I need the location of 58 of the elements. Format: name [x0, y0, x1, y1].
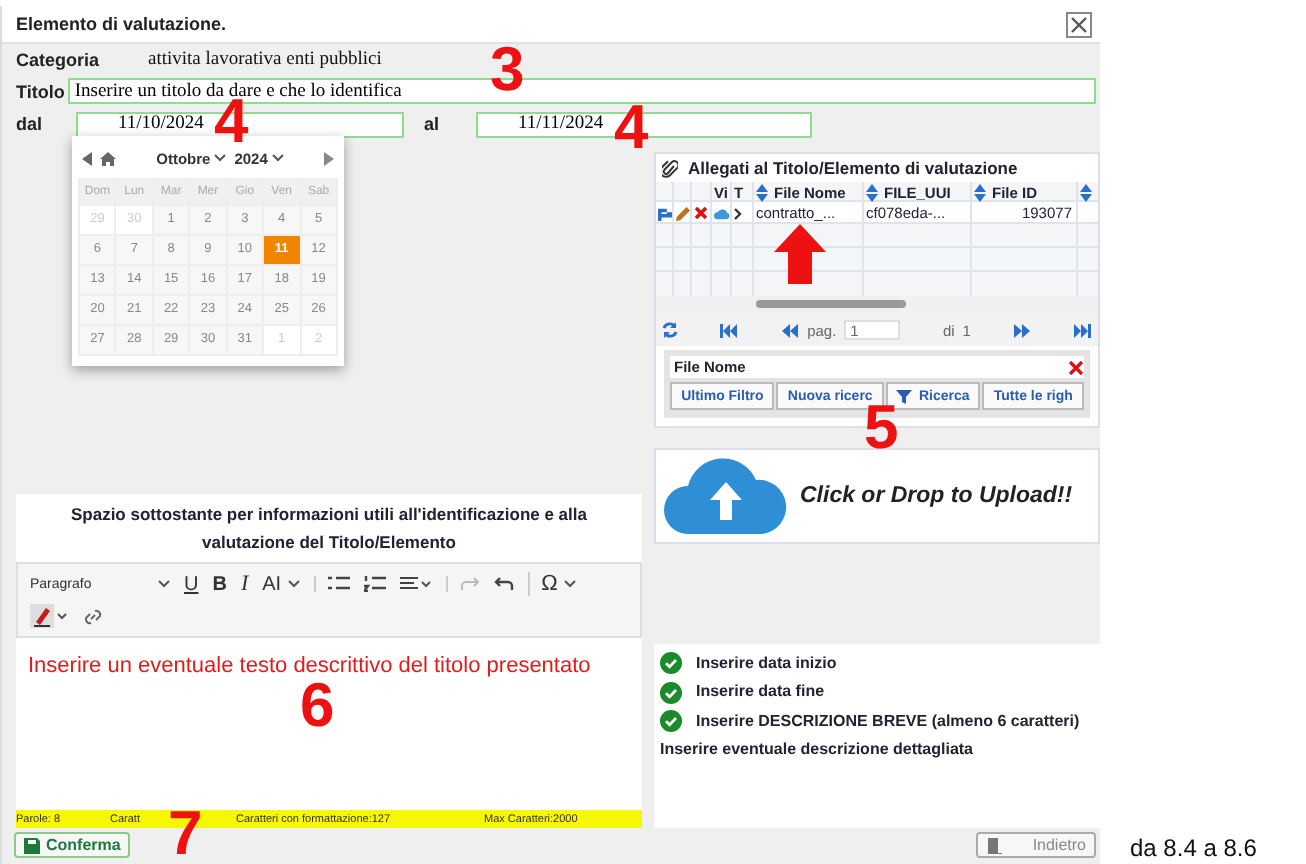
- numbered-list-icon[interactable]: [363, 576, 386, 592]
- filter-icon: [896, 389, 913, 403]
- window-title: Elemento di valutazione.: [16, 14, 229, 34]
- first-page-icon[interactable]: [720, 323, 739, 337]
- chevron-right-icon[interactable]: [734, 207, 742, 219]
- sort-icon[interactable]: [866, 183, 878, 201]
- pencil-icon[interactable]: [676, 205, 690, 221]
- next-page-icon[interactable]: [1013, 323, 1032, 337]
- align-icon[interactable]: [399, 576, 432, 592]
- last-page-icon[interactable]: [1074, 323, 1093, 337]
- checklist-item: Inserire eventuale descrizione dettagliata: [660, 738, 976, 761]
- chevron-down-icon: [271, 154, 284, 162]
- font-size-button[interactable]: AI: [262, 573, 300, 595]
- prev-month-icon[interactable]: [82, 151, 92, 165]
- confirm-button[interactable]: Conferma: [14, 832, 131, 858]
- italic-button[interactable]: I: [240, 572, 249, 596]
- field-label: al: [424, 114, 442, 134]
- sort-icon[interactable]: [974, 183, 986, 201]
- category-value: attivita lavorativa enti pubblici: [148, 49, 382, 69]
- special-char-button[interactable]: Ω: [527, 572, 576, 596]
- home-icon[interactable]: [100, 151, 116, 165]
- back-button[interactable]: Indietro: [976, 832, 1096, 858]
- sort-icon[interactable]: [756, 183, 768, 201]
- upload-area[interactable]: Click or Drop to Upload!!: [654, 448, 1100, 544]
- checklist-item: Inserire DESCRIZIONE BREVE (almeno 6 caratteri): [660, 709, 1094, 733]
- bullet-list-icon[interactable]: [327, 576, 350, 592]
- panel-title: Allegati al Titolo/Elemento di valutazione: [688, 158, 1018, 178]
- sort-icon[interactable]: [1080, 183, 1092, 201]
- chevron-down-icon: [287, 580, 300, 588]
- door-icon: [986, 837, 1002, 853]
- caption: da 8.4 a 8.6: [1130, 834, 1257, 862]
- undo-icon[interactable]: [493, 576, 514, 592]
- next-month-icon[interactable]: [324, 151, 334, 165]
- link-icon[interactable]: [84, 607, 102, 625]
- clear-icon[interactable]: [1068, 359, 1084, 375]
- annotation-number: 6: [300, 682, 335, 730]
- chevron-down-icon: [563, 580, 576, 588]
- delete-icon[interactable]: [694, 206, 708, 220]
- refresh-icon[interactable]: [662, 322, 678, 338]
- field-label: Categoria: [16, 49, 102, 69]
- scrollbar-thumb[interactable]: [756, 300, 906, 308]
- bold-button[interactable]: B: [212, 573, 227, 595]
- field-label: dal: [16, 114, 45, 134]
- save-icon: [24, 837, 40, 853]
- chevron-down-icon: [158, 580, 170, 588]
- chevron-down-icon: [214, 154, 227, 162]
- close-icon[interactable]: [1066, 11, 1092, 37]
- section-heading: Spazio sottostante per informazioni utili all'identificazione e alla valutazione del Titolo/Elemento: [16, 494, 642, 562]
- annotation-arrow: [774, 224, 826, 284]
- highlighter-icon[interactable]: [30, 604, 70, 628]
- annotation-number: 5: [864, 404, 899, 452]
- prev-page-icon[interactable]: [781, 323, 800, 337]
- underline-button[interactable]: U: [184, 573, 199, 595]
- checklist-item: Inserire data inizio: [660, 652, 1094, 675]
- cloud-upload-icon: [664, 458, 788, 534]
- field-label: Titolo: [16, 81, 65, 101]
- paperclip-icon: [662, 159, 678, 177]
- checklist-item: Inserire data fine: [660, 680, 1094, 704]
